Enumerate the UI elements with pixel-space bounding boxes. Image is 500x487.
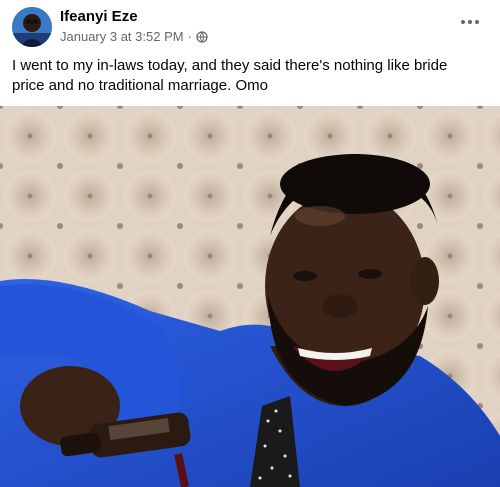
avatar[interactable]: [12, 7, 52, 47]
post-header: Ifeanyi Eze January 3 at 3:52 PM ·: [0, 0, 500, 54]
photo-image: [0, 106, 500, 487]
avatar-image: [12, 7, 52, 47]
timestamp-link[interactable]: January 3 at 3:52 PM: [60, 29, 184, 44]
post-text: I went to my in-laws today, and they sai…: [12, 57, 448, 94]
post-photo[interactable]: [0, 106, 500, 487]
more-options-icon: [461, 20, 479, 24]
globe-icon[interactable]: [196, 30, 208, 43]
more-options-button[interactable]: [456, 10, 484, 34]
author-name[interactable]: Ifeanyi Eze: [60, 8, 138, 25]
post-meta: January 3 at 3:52 PM ·: [60, 29, 208, 44]
meta-separator: ·: [187, 29, 192, 44]
